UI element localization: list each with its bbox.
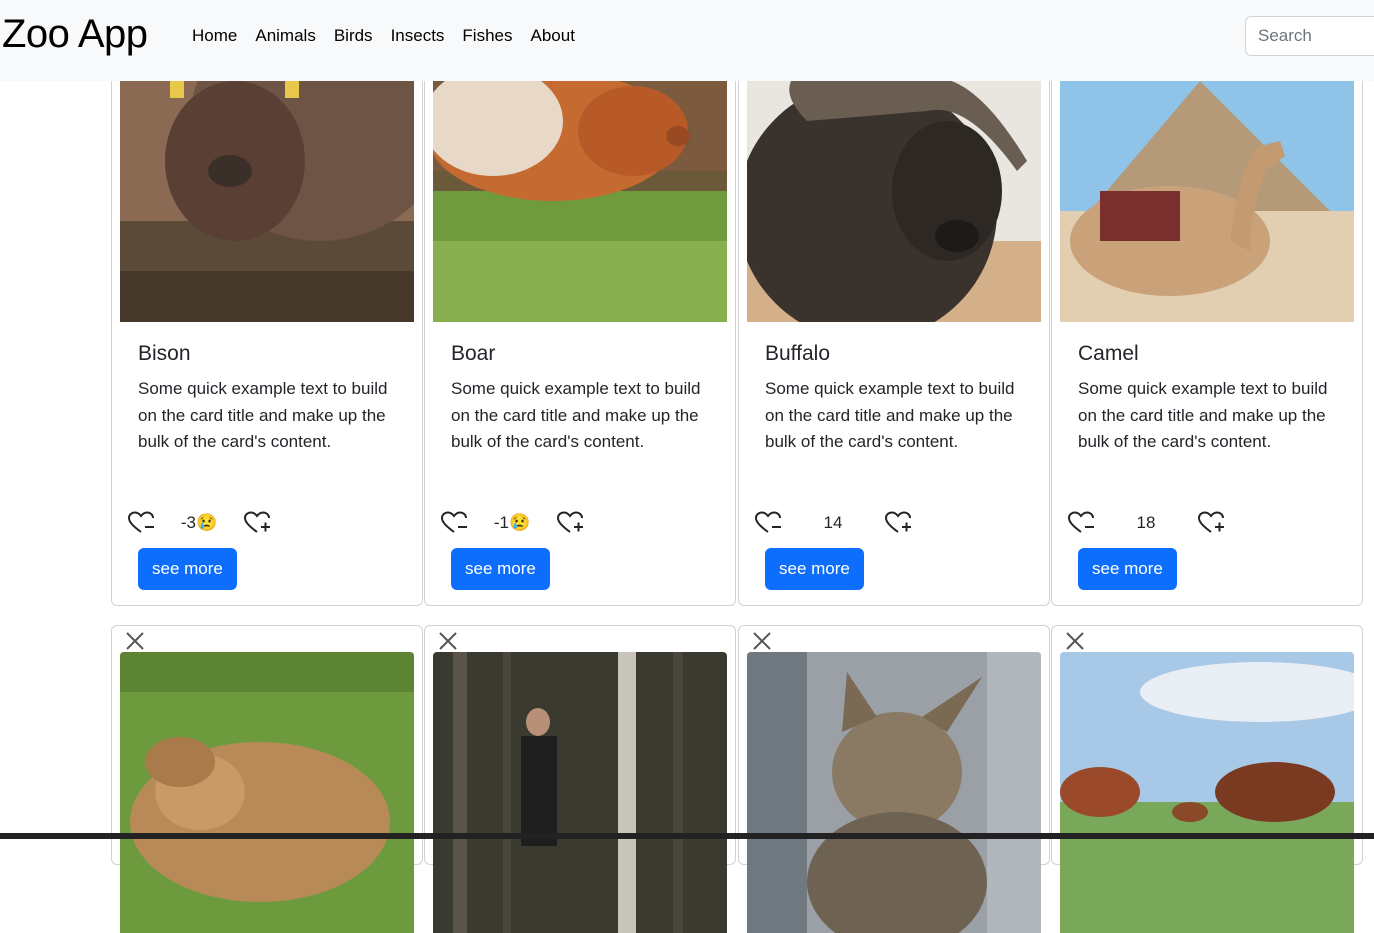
bottom-bar bbox=[0, 833, 1374, 839]
card-text: Some quick example text to build on the … bbox=[1078, 379, 1328, 451]
nav-links: Home Animals Birds Insects Fishes About bbox=[192, 24, 593, 48]
see-more-button[interactable]: see more bbox=[138, 548, 237, 590]
animal-card-kitten bbox=[738, 625, 1050, 933]
likes-row: 18 bbox=[1066, 505, 1362, 541]
heart-minus-icon[interactable] bbox=[1066, 510, 1096, 536]
nav-link-home[interactable]: Home bbox=[192, 24, 237, 48]
likes-row: 14 bbox=[753, 505, 1049, 541]
card-text: Some quick example text to build on the … bbox=[138, 379, 388, 451]
like-count-value: -1 bbox=[493, 513, 509, 532]
close-icon[interactable] bbox=[1064, 630, 1086, 652]
card-title: Camel bbox=[1078, 342, 1139, 365]
search-input[interactable] bbox=[1245, 16, 1374, 56]
card-text: Some quick example text to build on the … bbox=[451, 379, 701, 451]
sad-emoji-icon: 😢 bbox=[508, 513, 531, 532]
close-icon[interactable] bbox=[437, 630, 459, 652]
card-text: Some quick example text to build on the … bbox=[765, 379, 1015, 451]
animal-card-camel: Camel Some quick example text to build o… bbox=[1051, 40, 1363, 606]
card-title: Buffalo bbox=[765, 342, 830, 365]
heart-minus-icon[interactable] bbox=[753, 510, 783, 536]
animal-card-bison: Bison Some quick example text to build o… bbox=[111, 40, 423, 606]
heart-minus-icon[interactable] bbox=[439, 510, 469, 536]
animal-card-buffalo: Buffalo Some quick example text to build… bbox=[738, 40, 1050, 606]
heart-plus-icon[interactable] bbox=[1196, 510, 1226, 536]
card-title: Boar bbox=[451, 342, 496, 365]
bison-photo bbox=[120, 41, 414, 322]
like-count-value: -3 bbox=[180, 513, 196, 532]
sad-emoji-icon: 😢 bbox=[195, 513, 218, 532]
navbar: Zoo App Home Animals Birds Insects Fishe… bbox=[0, 0, 1374, 81]
kitten-photo bbox=[747, 652, 1041, 933]
like-count: -1😢 bbox=[469, 513, 555, 533]
close-icon[interactable] bbox=[751, 630, 773, 652]
heart-minus-icon[interactable] bbox=[126, 510, 156, 536]
likes-row: -3😢 bbox=[126, 505, 422, 541]
nav-link-fishes[interactable]: Fishes bbox=[462, 24, 512, 48]
see-more-button[interactable]: see more bbox=[451, 548, 550, 590]
nav-link-insects[interactable]: Insects bbox=[391, 24, 445, 48]
heart-plus-icon[interactable] bbox=[555, 510, 585, 536]
likes-row: -1😢 bbox=[439, 505, 735, 541]
card-body: Camel Some quick example text to build o… bbox=[1078, 341, 1344, 456]
animal-card-cattle bbox=[1051, 625, 1363, 933]
card-body: Boar Some quick example text to build on… bbox=[451, 341, 717, 456]
camel-photo bbox=[1060, 41, 1354, 322]
like-count: 14 bbox=[823, 513, 843, 532]
card-body: Buffalo Some quick example text to build… bbox=[765, 341, 1031, 456]
nav-link-animals[interactable]: Animals bbox=[255, 24, 315, 48]
close-icon[interactable] bbox=[124, 630, 146, 652]
card-title: Bison bbox=[138, 342, 191, 365]
nav-link-birds[interactable]: Birds bbox=[334, 24, 373, 48]
buffalo-photo bbox=[747, 41, 1041, 322]
nav-link-about[interactable]: About bbox=[531, 24, 575, 48]
capybara-photo bbox=[120, 652, 414, 933]
cattle-photo bbox=[1060, 652, 1354, 933]
animal-card-forest bbox=[424, 625, 736, 933]
boar-photo bbox=[433, 41, 727, 322]
animal-card-boar: Boar Some quick example text to build on… bbox=[424, 40, 736, 606]
like-count: -3😢 bbox=[156, 513, 242, 533]
forest-photo bbox=[433, 652, 727, 933]
see-more-button[interactable]: see more bbox=[765, 548, 864, 590]
card-body: Bison Some quick example text to build o… bbox=[138, 341, 404, 456]
heart-plus-icon[interactable] bbox=[883, 510, 913, 536]
like-count: 18 bbox=[1136, 513, 1156, 532]
brand-logo[interactable]: Zoo App bbox=[2, 11, 148, 57]
animal-card-capybara bbox=[111, 625, 423, 933]
see-more-button[interactable]: see more bbox=[1078, 548, 1177, 590]
heart-plus-icon[interactable] bbox=[242, 510, 272, 536]
